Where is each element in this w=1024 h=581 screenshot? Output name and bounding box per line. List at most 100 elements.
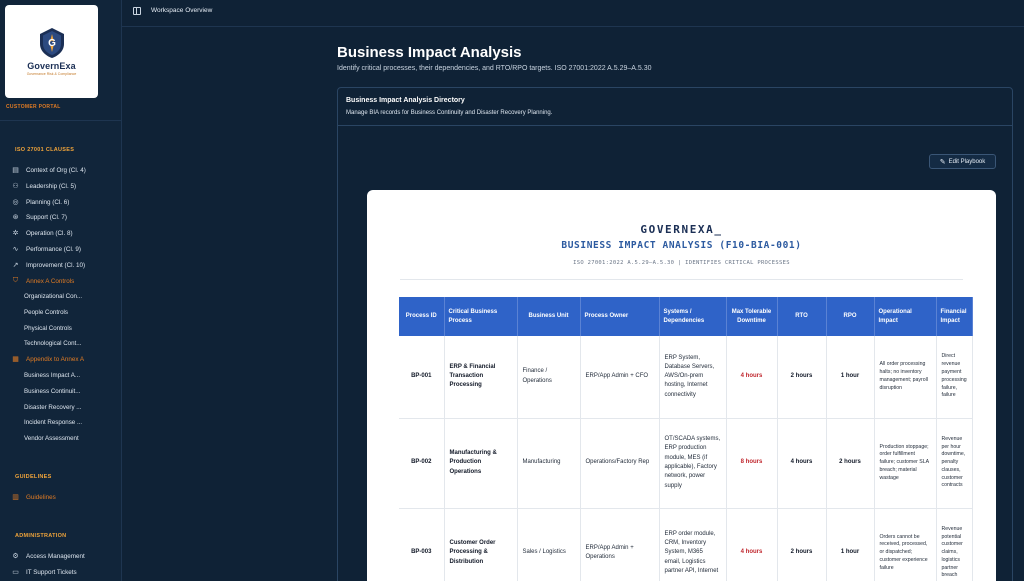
col-operational-impact: Operational Impact bbox=[874, 297, 937, 336]
edit-playbook-button[interactable]: ✎ Edit Playbook bbox=[929, 154, 996, 169]
sub-disaster-recovery[interactable]: Disaster Recovery ... bbox=[24, 401, 81, 413]
nav-improvement[interactable]: ↗ Improvement (Cl. 10) bbox=[11, 259, 86, 271]
panel-title: Business Impact Analysis Directory bbox=[346, 97, 465, 104]
cell-operational: Production stoppage; order fulfillment f… bbox=[874, 418, 937, 509]
cell-process-id: BP-001 bbox=[399, 336, 445, 419]
page-title: Business Impact Analysis bbox=[337, 44, 522, 61]
nav-annex-a-controls[interactable]: ⛉ Annex A Controls bbox=[11, 275, 74, 287]
page-subtitle: Identify critical processes, their depen… bbox=[337, 65, 652, 72]
nav-label: Support (Cl. 7) bbox=[26, 213, 67, 221]
document-brand: GOVERNEXA_ bbox=[640, 223, 723, 236]
compass-logo-icon: G bbox=[39, 28, 64, 58]
nav-it-support-tickets[interactable]: ▭ IT Support Tickets bbox=[11, 566, 77, 578]
sub-organizational-controls[interactable]: Organizational Con... bbox=[24, 290, 82, 302]
panel-header: Business Impact Analysis Directory Manag… bbox=[338, 88, 1012, 126]
cell-financial: Direct revenue payment processing failur… bbox=[936, 336, 973, 419]
nav-label: Operation (Cl. 8) bbox=[26, 229, 73, 237]
nav-label: Access Management bbox=[26, 552, 85, 560]
col-systems: Systems / Dependencies bbox=[659, 297, 727, 336]
sub-vendor-assessment[interactable]: Vendor Assessment bbox=[24, 432, 79, 444]
sub-business-impact-analysis[interactable]: Business Impact A... bbox=[24, 369, 80, 381]
section-administration: ADMINISTRATION bbox=[15, 533, 67, 539]
cell-financial: Revenue potential customer claims, logis… bbox=[936, 508, 973, 581]
svg-text:G: G bbox=[48, 38, 56, 49]
key-icon: ⚙ bbox=[12, 553, 19, 560]
building-icon: ▤ bbox=[12, 167, 19, 174]
bia-document: GOVERNEXA_ BUSINESS IMPACT ANALYSIS (F10… bbox=[367, 190, 996, 581]
nav-label: Performance (Cl. 9) bbox=[26, 245, 81, 253]
table-row[interactable]: BP-002 Manufacturing & Production Operat… bbox=[399, 418, 973, 509]
col-financial-impact: Financial Impact bbox=[936, 297, 973, 336]
cell-process: Manufacturing & Production Operations bbox=[444, 418, 518, 509]
portal-label: CUSTOMER PORTAL bbox=[6, 104, 61, 110]
ticket-icon: ▭ bbox=[12, 569, 19, 576]
col-process-owner: Process Owner bbox=[580, 297, 660, 336]
nav-appendix-annex-a[interactable]: ▦ Appendix to Annex A bbox=[11, 353, 84, 365]
nav-guidelines[interactable]: ▥ Guidelines bbox=[11, 491, 56, 503]
logo-name: GovernExa bbox=[27, 61, 76, 71]
nav-performance[interactable]: ∿ Performance (Cl. 9) bbox=[11, 243, 81, 255]
col-mtd: Max Tolerable Downtime bbox=[726, 297, 778, 336]
nav-label: IT Support Tickets bbox=[26, 568, 77, 576]
nav-label: Context of Org (Cl. 4) bbox=[26, 166, 86, 174]
col-business-unit: Business Unit bbox=[517, 297, 581, 336]
col-process-id: Process ID bbox=[399, 297, 445, 336]
users-icon: ⚇ bbox=[12, 183, 19, 190]
col-rto: RTO bbox=[777, 297, 827, 336]
cell-rpo: 1 hour bbox=[826, 336, 875, 419]
nav-label: Guidelines bbox=[26, 493, 56, 501]
target-icon: ◎ bbox=[12, 199, 19, 206]
panel-subtitle: Manage BIA records for Business Continui… bbox=[346, 110, 553, 116]
nav-support[interactable]: ⊛ Support (Cl. 7) bbox=[11, 211, 67, 223]
cell-financial: Revenue per hour downtime, penalty claus… bbox=[936, 418, 973, 509]
logo-tagline: Governance Risk & Compliance bbox=[26, 72, 77, 76]
document-divider bbox=[400, 279, 963, 280]
gear-icon: ✲ bbox=[12, 230, 19, 237]
nav-label: Improvement (Cl. 10) bbox=[26, 261, 86, 269]
table-row[interactable]: BP-003 Customer Order Processing & Distr… bbox=[399, 508, 973, 581]
document-title: BUSINESS IMPACT ANALYSIS (F10-BIA-001) bbox=[561, 240, 802, 251]
cell-process-id: BP-003 bbox=[399, 508, 445, 581]
pencil-icon: ✎ bbox=[939, 158, 946, 166]
cell-mtd: 4 hours bbox=[726, 508, 778, 581]
nav-operation[interactable]: ✲ Operation (Cl. 8) bbox=[11, 227, 73, 239]
shield-icon: ⛉ bbox=[12, 277, 19, 284]
cell-systems: OT/SCADA systems, ERP production module,… bbox=[659, 418, 727, 509]
section-iso-clauses: ISO 27001 CLAUSES bbox=[15, 147, 75, 153]
nav-label: Appendix to Annex A bbox=[26, 355, 85, 363]
cell-owner: ERP/App Admin + CFO bbox=[580, 336, 660, 419]
cell-rpo: 1 hour bbox=[826, 508, 875, 581]
table-row[interactable]: BP-001 ERP & Financial Transaction Proce… bbox=[399, 336, 973, 419]
col-rpo: RPO bbox=[826, 297, 875, 336]
cell-rpo: 2 hours bbox=[826, 418, 875, 509]
nav-leadership[interactable]: ⚇ Leadership (Cl. 5) bbox=[11, 180, 76, 192]
nav-access-management[interactable]: ⚙ Access Management bbox=[11, 550, 85, 562]
document-meta: ISO 27001:2022 A.5.29–A.5.30 | IDENTIFIE… bbox=[573, 260, 790, 266]
trending-up-icon: ↗ bbox=[12, 262, 19, 269]
nav-label: Leadership (Cl. 5) bbox=[26, 182, 77, 190]
top-bar: Workspace Overview bbox=[122, 0, 1024, 27]
sub-business-continuity[interactable]: Business Continuit... bbox=[24, 385, 80, 397]
nav-label: Annex A Controls bbox=[26, 277, 75, 285]
nav-context-of-org[interactable]: ▤ Context of Org (Cl. 4) bbox=[11, 164, 86, 176]
cell-rto: 2 hours bbox=[777, 336, 827, 419]
book-icon: ▥ bbox=[12, 494, 19, 501]
lifebuoy-icon: ⊛ bbox=[12, 214, 19, 221]
sub-people-controls[interactable]: People Controls bbox=[24, 306, 68, 318]
sub-incident-response[interactable]: Incident Response ... bbox=[24, 416, 82, 428]
sidebar-divider bbox=[0, 120, 122, 121]
sub-physical-controls[interactable]: Physical Controls bbox=[24, 322, 72, 334]
logo[interactable]: G GovernExa Governance Risk & Compliance bbox=[5, 5, 98, 98]
breadcrumb[interactable]: Workspace Overview bbox=[151, 7, 212, 14]
cell-process: ERP & Financial Transaction Processing bbox=[444, 336, 518, 419]
sidebar-toggle-icon[interactable] bbox=[133, 7, 141, 15]
table-header-row: Process ID Critical Business Process Bus… bbox=[399, 297, 973, 336]
cell-unit: Manufacturing bbox=[517, 418, 581, 509]
section-guidelines: GUIDELINES bbox=[15, 474, 52, 480]
cell-owner: ERP/App Admin + Operations bbox=[580, 508, 660, 581]
sub-technological-controls[interactable]: Technological Cont... bbox=[24, 337, 81, 349]
cell-rto: 4 hours bbox=[777, 418, 827, 509]
nav-planning[interactable]: ◎ Planning (Cl. 6) bbox=[11, 196, 69, 208]
cell-unit: Sales / Logistics bbox=[517, 508, 581, 581]
cell-operational: All order processing halts; no inventory… bbox=[874, 336, 937, 419]
